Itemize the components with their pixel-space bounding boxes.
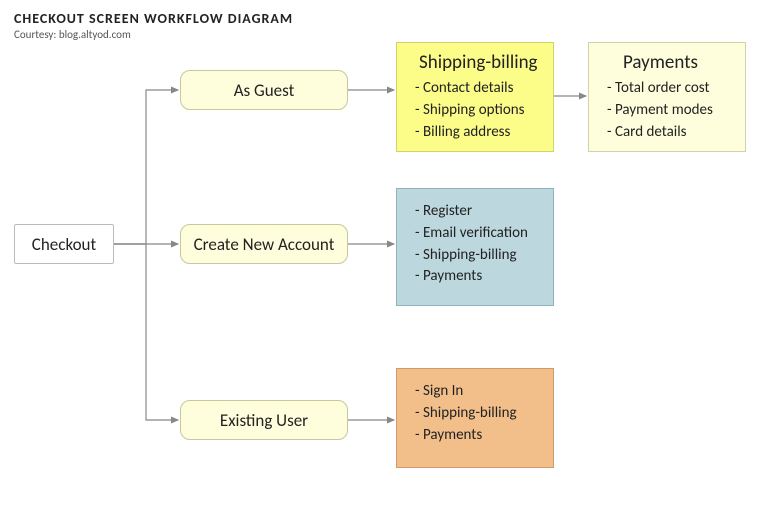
node-create-detail: - Register - Email verification - Shippi…: [396, 188, 554, 306]
list-item: - Register: [415, 201, 541, 223]
list-item: - Shipping-billing: [415, 403, 541, 425]
list-item: - Total order cost: [607, 78, 733, 100]
list-item: - Email verification: [415, 223, 541, 245]
node-existing-user-label: Existing User: [220, 410, 308, 431]
list-item: - Payments: [415, 266, 541, 288]
node-shipping-billing: Shipping-billing - Contact details - Shi…: [396, 42, 554, 152]
node-payments: Payments - Total order cost - Payment mo…: [588, 42, 746, 152]
node-checkout-label: Checkout: [32, 234, 96, 255]
node-checkout: Checkout: [14, 224, 114, 264]
list-item: - Payments: [415, 425, 541, 447]
list-item: - Card details: [607, 122, 733, 144]
list-item: - Payment modes: [607, 100, 733, 122]
node-create-account: Create New Account: [180, 224, 348, 264]
shipping-title: Shipping-billing: [419, 51, 541, 74]
list-item: - Shipping-billing: [415, 245, 541, 267]
existing-list: - Sign In - Shipping-billing - Payments: [415, 381, 541, 446]
node-guest-label: As Guest: [234, 80, 295, 101]
payments-title: Payments: [623, 51, 733, 74]
node-existing-user: Existing User: [180, 400, 348, 440]
list-item: - Sign In: [415, 381, 541, 403]
payments-list: - Total order cost - Payment modes - Car…: [607, 78, 733, 143]
node-create-account-label: Create New Account: [194, 234, 335, 255]
node-existing-detail: - Sign In - Shipping-billing - Payments: [396, 368, 554, 468]
list-item: - Contact details: [415, 78, 541, 100]
node-guest: As Guest: [180, 70, 348, 110]
diagram-title: CHECKOUT SCREEN WORKFLOW DIAGRAM: [14, 10, 293, 27]
list-item: - Shipping options: [415, 100, 541, 122]
shipping-list: - Contact details - Shipping options - B…: [415, 78, 541, 143]
diagram-courtesy: Courtesy: blog.altyod.com: [14, 28, 131, 41]
create-list: - Register - Email verification - Shippi…: [415, 201, 541, 288]
list-item: - Billing address: [415, 122, 541, 144]
